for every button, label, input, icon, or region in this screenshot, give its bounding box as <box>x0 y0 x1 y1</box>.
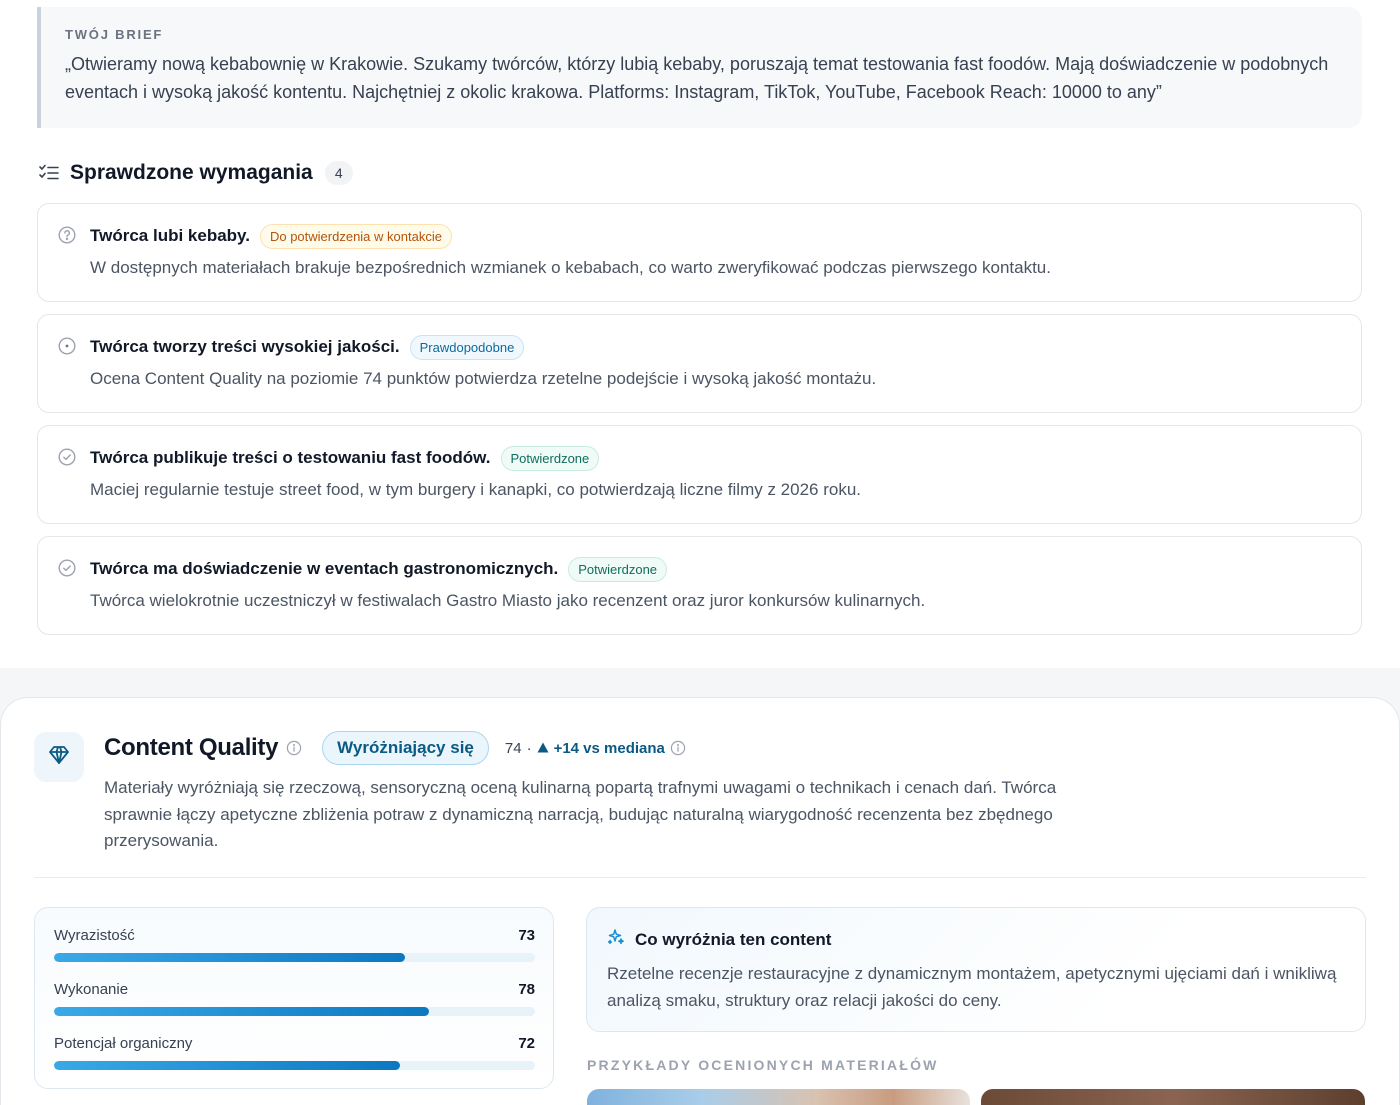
requirement-description: W dostępnych materiałach brakuje bezpośr… <box>90 258 1051 277</box>
requirements-count: 4 <box>324 161 353 185</box>
requirement-description: Maciej regularnie testuje street food, w… <box>90 480 862 499</box>
diamond-icon <box>47 743 71 772</box>
content-quality-description: Materiały wyróżniają się rzeczową, senso… <box>104 778 1057 850</box>
metric-label: Wykonanie <box>54 981 129 998</box>
metric-label: Wyrazistość <box>54 927 135 944</box>
dot-circle-icon <box>58 337 76 355</box>
score-separator: · <box>526 739 532 757</box>
examples-label: PRZYKŁADY OCENIONYCH MATERIAŁÓW <box>587 1057 939 1073</box>
divider <box>34 877 1366 878</box>
status-badge: Potwierdzone <box>500 445 600 471</box>
status-badge: Prawdopodobne <box>409 334 525 360</box>
sparkles-icon <box>607 928 625 951</box>
info-icon[interactable] <box>286 740 302 756</box>
content-quality-title: Content Quality <box>104 734 279 761</box>
metric-bar-track <box>54 1007 535 1016</box>
requirement-description: Twórca wielokrotnie uczestniczył w festi… <box>90 591 926 610</box>
info-icon[interactable] <box>670 740 686 756</box>
triangle-up-icon <box>537 740 549 757</box>
highlight-title: Co wyróżnia ten content <box>635 929 832 949</box>
quality-metrics-panel: Wyrazistość 73 Wykonanie 78 Potencjał or… <box>34 907 554 1089</box>
requirements-header: Sprawdzone wymagania 4 <box>38 158 353 188</box>
status-badge: Do potwierdzenia w kontakcie <box>259 223 452 249</box>
brief-panel: TWÓJ BRIEF „Otwieramy nową kebabownię w … <box>37 7 1362 128</box>
metric-value: 73 <box>518 927 535 944</box>
metric-label: Potencjał organiczny <box>54 1035 193 1052</box>
example-thumbnail[interactable] <box>981 1089 1365 1105</box>
requirement-card[interactable]: Twórca publikuje treści o testowaniu fas… <box>37 425 1362 524</box>
content-quality-header: Content Quality Wyróżniający się 74 · +1… <box>104 730 686 766</box>
metric-value: 78 <box>518 981 535 998</box>
quality-tier-badge: Wyróżniający się <box>322 731 489 765</box>
metric-bar-fill <box>54 1007 430 1016</box>
metric-row: Wyrazistość 73 <box>54 927 535 962</box>
requirement-card[interactable]: Twórca ma doświadczenie w eventach gastr… <box>37 536 1362 635</box>
score-value: 74 <box>504 739 522 757</box>
metric-bar-track <box>54 1061 535 1070</box>
requirement-description: Ocena Content Quality na poziomie 74 pun… <box>90 369 877 388</box>
check-circle-icon <box>58 448 76 466</box>
brief-text: „Otwieramy nową kebabownię w Krakowie. S… <box>65 54 1329 102</box>
requirements-title: Sprawdzone wymagania <box>70 161 313 184</box>
brief-label: TWÓJ BRIEF <box>65 27 164 42</box>
metric-bar-fill <box>54 953 406 962</box>
question-circle-icon <box>58 226 76 244</box>
status-badge: Potwierdzone <box>568 556 668 582</box>
requirement-card[interactable]: Twórca lubi kebaby. Do potwierdzenia w k… <box>37 203 1362 302</box>
metric-row: Wykonanie 78 <box>54 981 535 1016</box>
highlight-text: Rzetelne recenzje restauracyjne z dynami… <box>607 964 1337 1010</box>
example-thumbnail[interactable] <box>587 1089 970 1105</box>
content-quality-icon-tile <box>34 732 84 782</box>
quality-score: 74 · +14 vs mediana <box>505 740 686 757</box>
metric-value: 72 <box>518 1035 535 1052</box>
highlight-panel: Co wyróżnia ten content Rzetelne recenzj… <box>586 907 1366 1032</box>
requirement-name: Twórca lubi kebaby. <box>90 226 250 245</box>
requirement-name: Twórca ma doświadczenie w eventach gastr… <box>90 559 559 578</box>
requirement-card[interactable]: Twórca tworzy treści wysokiej jakości. P… <box>37 314 1362 413</box>
requirement-name: Twórca publikuje treści o testowaniu fas… <box>90 448 491 467</box>
metric-bar-track <box>54 953 535 962</box>
check-circle-icon <box>58 559 76 577</box>
score-delta: +14 vs mediana <box>553 739 665 757</box>
requirement-name: Twórca tworzy treści wysokiej jakości. <box>90 337 400 356</box>
checklist-icon <box>38 162 60 184</box>
metric-bar-fill <box>54 1061 401 1070</box>
metric-row: Potencjał organiczny 72 <box>54 1035 535 1070</box>
